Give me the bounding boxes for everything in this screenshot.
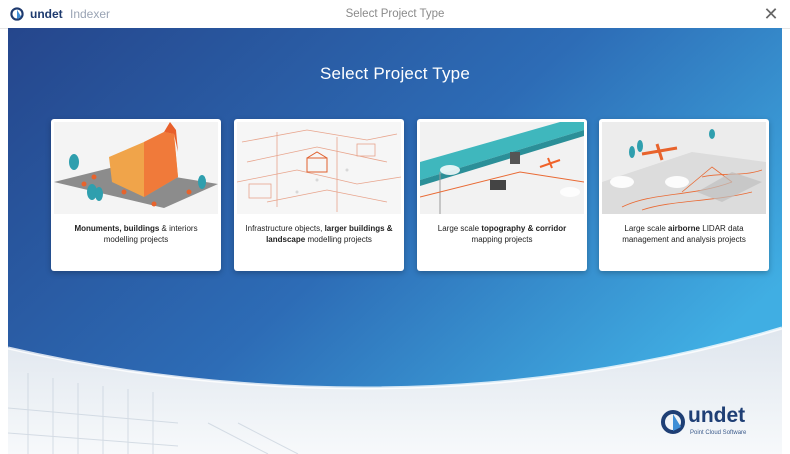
project-type-card-airborne[interactable]: Large scale airborne LIDAR data manageme… [599, 119, 769, 271]
footer-logo: undet Point Cloud Software [660, 404, 770, 440]
logo-wordmark: undet [688, 404, 746, 427]
project-type-card-monuments[interactable]: Monuments, buildings & interiors modelli… [51, 119, 221, 271]
card-caption: Infrastructure objects, larger buildings… [245, 224, 393, 244]
logo-tagline: Point Cloud Software [690, 430, 747, 436]
window-title: Select Project Type [345, 8, 445, 20]
close-icon[interactable]: ✕ [760, 3, 782, 25]
topography-illustration [420, 122, 584, 214]
monument-illustration [54, 122, 218, 214]
titlebar: undet Indexer Select Project Type ✕ [0, 0, 790, 29]
card-caption: Large scale airborne LIDAR data manageme… [622, 224, 746, 244]
card-caption: Monuments, buildings & interiors modelli… [74, 224, 198, 244]
main-panel: Select Project Type Monuments, buildings… [8, 28, 782, 454]
project-type-card-topography[interactable]: Large scale topography & corridor mappin… [417, 119, 587, 271]
airborne-illustration [602, 122, 766, 214]
page-heading: Select Project Type [320, 64, 470, 83]
app-window: undet Indexer Select Project Type ✕ Sele… [0, 0, 790, 454]
infrastructure-illustration [237, 122, 401, 214]
undet-logo-icon [661, 410, 685, 434]
project-type-card-infrastructure[interactable]: Infrastructure objects, larger buildings… [234, 119, 404, 271]
card-caption: Large scale topography & corridor mappin… [437, 224, 567, 244]
